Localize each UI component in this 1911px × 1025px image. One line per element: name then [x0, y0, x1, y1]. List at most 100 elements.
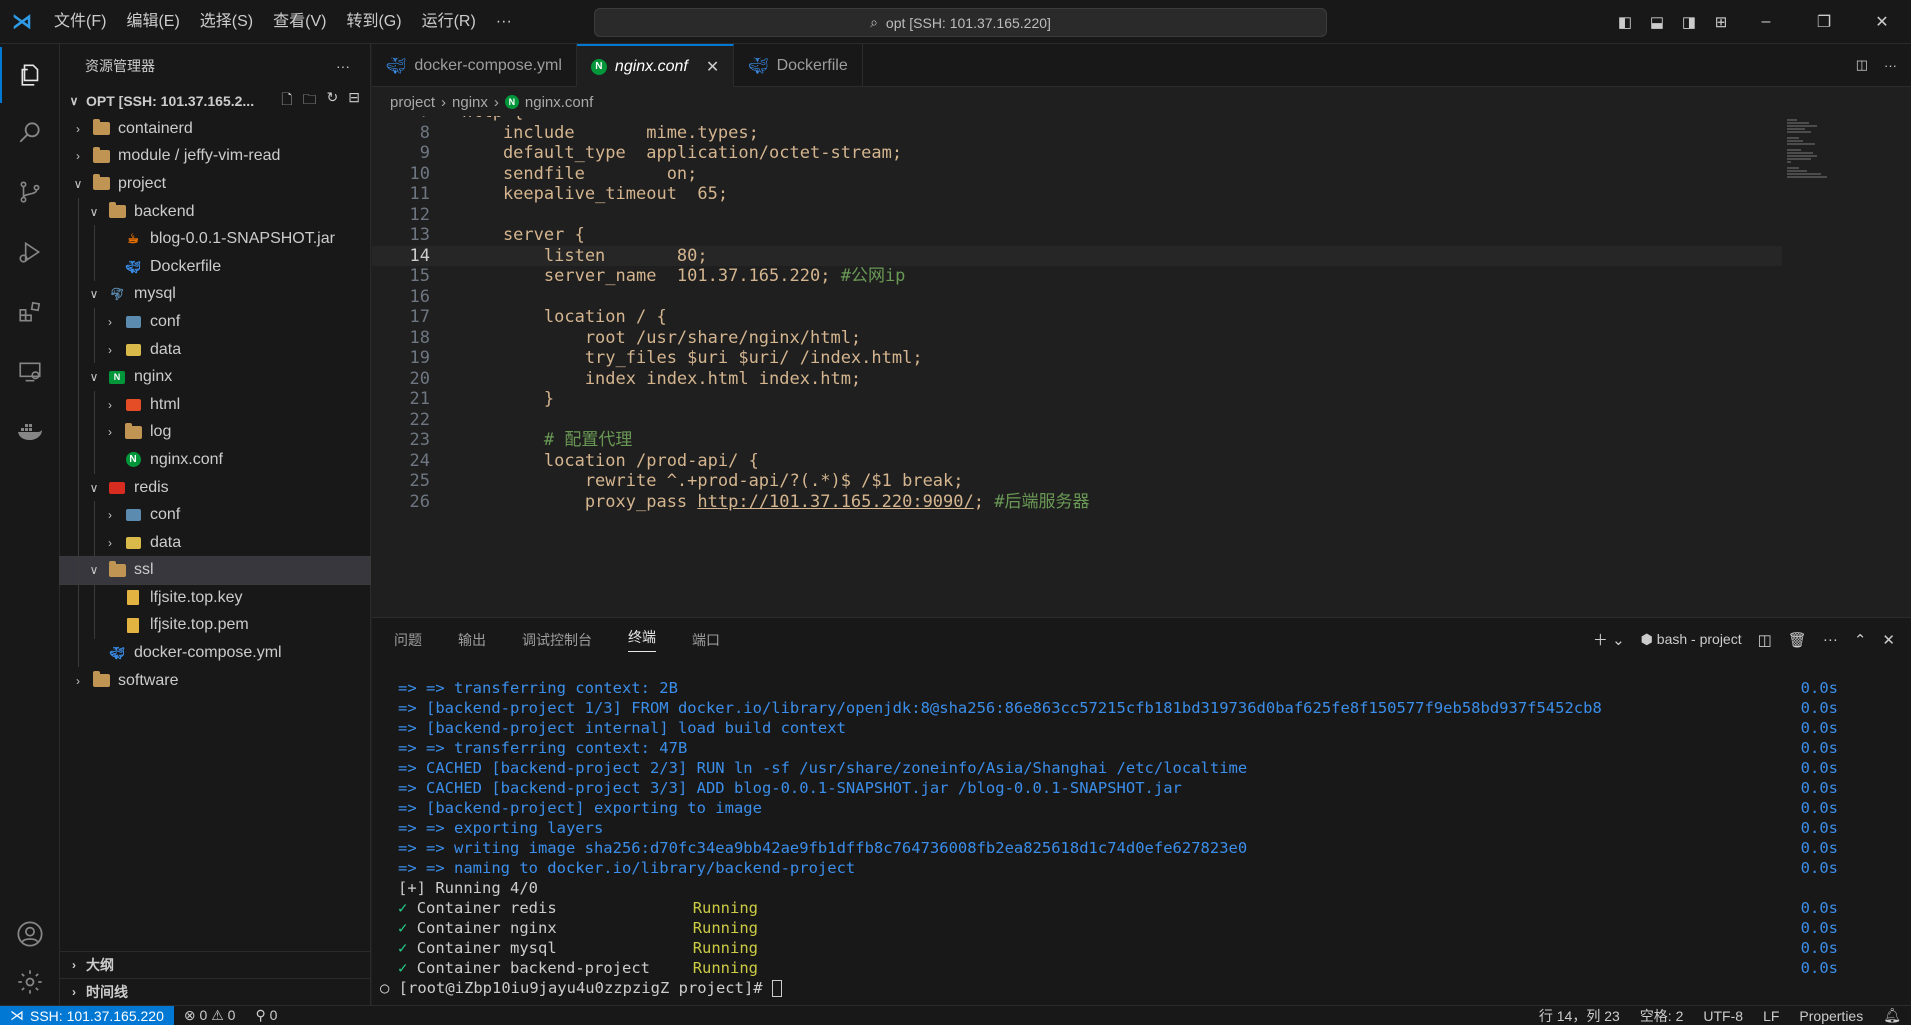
- tab-ports[interactable]: 端口: [692, 630, 720, 650]
- tree-item[interactable]: ∨ Nnginx: [60, 363, 370, 391]
- maximize-panel-icon[interactable]: ⌃: [1854, 631, 1867, 649]
- manage-gear-icon[interactable]: [0, 954, 60, 1010]
- tree-item[interactable]: › module / jeffy-vim-read: [60, 143, 370, 171]
- problems-status[interactable]: ⊗ 0 ⚠ 0: [174, 1007, 246, 1024]
- status-bar: ⋊ SSH: 101.37.165.220 ⊗ 0 ⚠ 0 ⚲ 0 行 14，列…: [0, 1005, 1911, 1025]
- notifications-bell-icon[interactable]: 🔔︎: [1873, 1007, 1911, 1024]
- restore-window-icon[interactable]: ❐: [1795, 0, 1853, 44]
- chevron-right-icon: ›: [108, 314, 112, 329]
- extensions-icon[interactable]: [0, 284, 60, 340]
- cursor-position[interactable]: 行 14，列 23: [1529, 1006, 1630, 1025]
- collapse-all-icon[interactable]: ⊟: [348, 89, 360, 113]
- docker-icon[interactable]: [0, 404, 60, 460]
- menu-file[interactable]: 文件(F): [44, 0, 116, 44]
- tree-item[interactable]: ∨ redis: [60, 473, 370, 502]
- workspace-root[interactable]: ∨ OPT [SSH: 101.37.165.2... 🗋 🗀 ↻ ⊟: [60, 87, 370, 115]
- tree-item[interactable]: › software: [60, 667, 370, 695]
- tree-item[interactable]: ☕︎ blog-0.0.1-SNAPSHOT.jar: [60, 225, 370, 253]
- tab-dockerfile[interactable]: 🐳︎ Dockerfile: [734, 44, 863, 87]
- tree-item[interactable]: › log: [60, 418, 370, 447]
- menu-run[interactable]: 运行(R): [412, 0, 486, 44]
- tab-output[interactable]: 输出: [458, 630, 486, 650]
- tree-item[interactable]: ∨ project: [60, 170, 370, 198]
- breadcrumb-item[interactable]: nginx: [452, 94, 488, 111]
- tab-debug-console[interactable]: 调试控制台: [522, 630, 592, 650]
- menu-edit[interactable]: 编辑(E): [116, 0, 189, 44]
- menu-go[interactable]: 转到(G): [336, 0, 411, 44]
- tree-item[interactable]: › data: [60, 528, 370, 557]
- run-debug-icon[interactable]: [0, 224, 60, 280]
- new-file-icon[interactable]: 🗋: [281, 89, 292, 113]
- customize-layout-icon[interactable]: ⊞: [1705, 0, 1737, 44]
- tree-item[interactable]: › conf: [60, 308, 370, 336]
- tab-problems[interactable]: 问题: [394, 630, 422, 650]
- outline-section[interactable]: › 大纲: [60, 951, 371, 978]
- sidebar-more-button[interactable]: ···: [336, 58, 350, 74]
- toggle-panel-icon[interactable]: ⬓: [1641, 0, 1673, 44]
- tree-item[interactable]: Nnginx.conf: [60, 446, 370, 474]
- workspace-root-label: OPT [SSH: 101.37.165.2...: [86, 93, 255, 109]
- code-token: server {: [462, 225, 585, 245]
- tree-item[interactable]: › containerd: [60, 115, 370, 143]
- code-comment: #后端服务器: [984, 491, 1090, 512]
- toggle-secondary-sidebar-icon[interactable]: ◨: [1673, 0, 1705, 44]
- close-panel-icon[interactable]: ✕: [1882, 631, 1895, 649]
- refresh-icon[interactable]: ↻: [327, 89, 339, 113]
- breadcrumb-item[interactable]: project: [390, 94, 435, 111]
- command-center-search[interactable]: ⌕ opt [SSH: 101.37.165.220]: [594, 8, 1327, 37]
- chevron-down-icon: ∨: [73, 176, 83, 191]
- terminal-prompt-line[interactable]: ○ [root@iZbp10iu9jayu4u0zzpzigZ project]…: [380, 978, 1820, 998]
- close-window-icon[interactable]: ✕: [1853, 0, 1911, 44]
- tree-item-label: docker-compose.yml: [134, 644, 282, 662]
- code-link[interactable]: http://101.37.165.220:9090/: [697, 492, 973, 512]
- split-editor-icon[interactable]: ◫: [1856, 57, 1868, 73]
- remote-indicator[interactable]: ⋊ SSH: 101.37.165.220: [0, 1005, 174, 1025]
- terminal-instance[interactable]: ⬢ bash - project: [1641, 631, 1742, 648]
- menu-more[interactable]: ···: [486, 0, 522, 44]
- tree-item-label: ssl: [134, 561, 154, 579]
- explorer-icon[interactable]: [0, 47, 60, 103]
- tree-item[interactable]: 🐳︎ docker-compose.yml: [60, 639, 370, 667]
- end-of-line[interactable]: LF: [1753, 1008, 1789, 1024]
- minimize-window-icon[interactable]: –: [1737, 0, 1795, 44]
- menu-selection[interactable]: 选择(S): [190, 0, 263, 44]
- language-mode[interactable]: Properties: [1789, 1008, 1873, 1024]
- timeline-section[interactable]: › 时间线: [60, 978, 371, 1005]
- minimap-line: [1787, 173, 1821, 175]
- ports-status[interactable]: ⚲ 0: [245, 1007, 287, 1024]
- kill-terminal-icon[interactable]: 🗑︎: [1788, 631, 1807, 649]
- search-icon[interactable]: [0, 104, 60, 160]
- chevron-down-icon: ∨: [89, 370, 99, 385]
- folder-icon: [92, 174, 110, 192]
- new-folder-icon[interactable]: 🗀: [303, 89, 317, 113]
- tree-item[interactable]: ∨ 🐬︎ mysql: [60, 280, 370, 309]
- remote-explorer-icon[interactable]: [0, 344, 60, 400]
- source-control-icon[interactable]: [0, 164, 60, 220]
- more-actions-icon[interactable]: ···: [1884, 58, 1897, 73]
- tab-nginx-conf[interactable]: N nginx.conf ✕: [576, 44, 735, 87]
- tree-item[interactable]: › html: [60, 390, 370, 419]
- breadcrumb-item[interactable]: nginx.conf: [525, 94, 593, 111]
- encoding[interactable]: UTF-8: [1693, 1008, 1753, 1024]
- tree-item[interactable]: › conf: [60, 501, 370, 529]
- split-terminal-icon[interactable]: ◫: [1758, 631, 1772, 649]
- tab-terminal[interactable]: 终端: [628, 627, 656, 652]
- tree-item[interactable]: lfjsite.top.pem: [60, 611, 370, 640]
- code-editor[interactable]: 7http {8 include mime.types;9 default_ty…: [372, 116, 1911, 616]
- more-actions-icon[interactable]: ···: [1823, 631, 1838, 648]
- indent-guide: [78, 252, 79, 281]
- toggle-primary-sidebar-icon[interactable]: ◧: [1609, 0, 1641, 44]
- tab-docker-compose[interactable]: 🐳︎ docker-compose.yml: [372, 44, 577, 87]
- line-number: 14: [409, 245, 430, 266]
- new-terminal-icon[interactable]: ＋ ⌄: [1593, 629, 1625, 650]
- chevron-right-icon: ›: [493, 93, 499, 111]
- indentation[interactable]: 空格: 2: [1630, 1006, 1694, 1025]
- minimap[interactable]: [1783, 116, 1863, 216]
- tree-item[interactable]: lfjsite.top.key: [60, 584, 370, 612]
- close-icon[interactable]: ✕: [706, 57, 719, 77]
- tree-item[interactable]: ∨ ssl: [59, 555, 371, 586]
- tree-item[interactable]: ∨ backend: [60, 197, 370, 226]
- menu-view[interactable]: 查看(V): [263, 0, 336, 44]
- tree-item[interactable]: › data: [60, 335, 370, 364]
- tree-item[interactable]: 🐳︎ Dockerfile: [60, 252, 370, 281]
